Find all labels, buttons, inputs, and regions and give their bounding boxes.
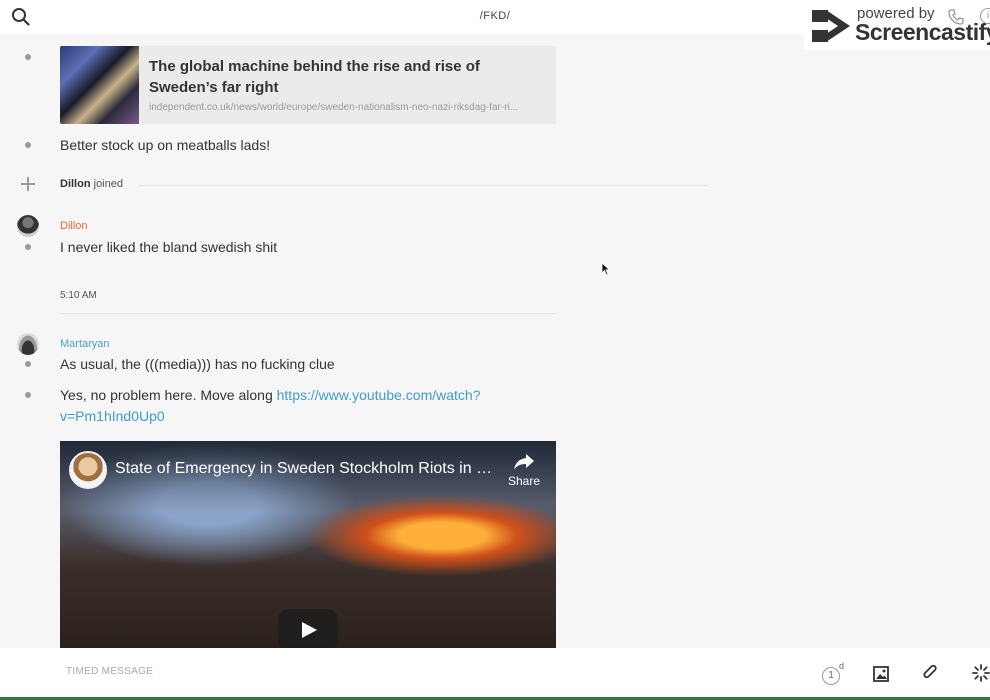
video-title[interactable]: State of Emergency in Sweden Stockholm R…: [115, 460, 495, 478]
link-preview-title: The global machine behind the rise and r…: [149, 58, 480, 96]
share-icon: [514, 454, 534, 470]
mouse-cursor-icon: [601, 262, 611, 276]
loading-spinner-icon[interactable]: [972, 664, 990, 687]
message-bullet: [25, 54, 31, 60]
message-text: As usual, the (((media))) has no fucking…: [60, 356, 335, 372]
divider: [60, 313, 556, 314]
message-text-prefix: Yes, no problem here. Move along: [60, 387, 277, 403]
link-preview-thumbnail: [60, 46, 139, 124]
info-icon[interactable]: i: [980, 8, 990, 24]
username-dillon[interactable]: Dillon: [60, 220, 88, 232]
joined-label: joined: [90, 178, 123, 190]
share-button[interactable]: Share: [504, 453, 544, 488]
user-joined-icon: [21, 177, 35, 191]
avatar[interactable]: [17, 215, 39, 237]
play-button[interactable]: [278, 609, 338, 648]
user-joined-notice: Dillon joined: [60, 178, 123, 190]
message-text: Better stock up on meatballs lads!: [60, 137, 271, 153]
message-composer: 1 d: [0, 648, 990, 700]
timer-button[interactable]: 1 d: [822, 661, 845, 685]
link-preview-card[interactable]: The global machine behind the rise and r…: [60, 46, 556, 124]
avatar[interactable]: [17, 333, 39, 355]
message-bullet: [25, 244, 31, 250]
channel-avatar[interactable]: [69, 451, 107, 489]
message-feed[interactable]: The global machine behind the rise and r…: [0, 34, 990, 648]
timer-value: 1: [822, 667, 840, 685]
link-preview-url: independent.co.uk/news/world/europe/swed…: [149, 102, 519, 113]
username-martaryan[interactable]: Martaryan: [60, 338, 110, 350]
timed-message-input[interactable]: [66, 666, 666, 677]
youtube-video-embed[interactable]: State of Emergency in Sweden Stockholm R…: [60, 441, 556, 648]
joined-username[interactable]: Dillon: [60, 178, 91, 190]
timestamp: 5:10 AM: [60, 290, 97, 301]
message-text: Yes, no problem here. Move along https:/…: [60, 385, 500, 427]
divider: [138, 185, 708, 186]
image-icon[interactable]: [873, 666, 889, 687]
message-bullet: [25, 392, 31, 398]
message-bullet: [25, 361, 31, 367]
paperclip-icon[interactable]: [922, 664, 938, 687]
message-bullet: [25, 142, 31, 148]
share-label: Share: [507, 474, 541, 488]
phone-icon[interactable]: [948, 9, 964, 30]
message-text: I never liked the bland swedish shit: [60, 239, 278, 255]
timer-unit: d: [839, 661, 845, 671]
